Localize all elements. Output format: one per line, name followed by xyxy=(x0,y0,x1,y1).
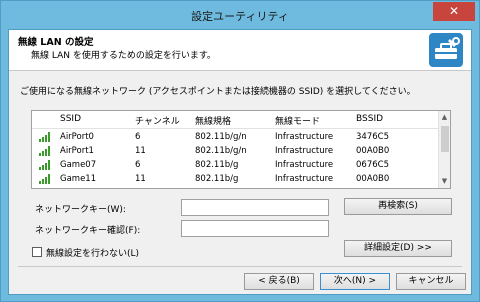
network-key-input[interactable] xyxy=(181,199,329,216)
signal-strength-icon xyxy=(39,132,50,142)
ssid-cell: AirPort0 xyxy=(60,132,94,142)
back-button[interactable]: < 戻る(B) xyxy=(244,273,314,290)
mode-cell: Infrastructure xyxy=(275,174,334,184)
dialog-client-area: 無線 LAN の設定 無線 LAN を使用するための設定を行います。 ご使用にな… xyxy=(8,29,472,295)
standard-cell: 802.11b/g xyxy=(195,160,239,170)
network-row[interactable]: Game07 6 802.11b/g Infrastructure 0676C5 xyxy=(32,159,440,172)
scroll-up-arrow-icon[interactable]: ▲ xyxy=(439,111,450,123)
mode-cell: Infrastructure xyxy=(275,160,334,170)
wizard-header: 無線 LAN の設定 無線 LAN を使用するための設定を行います。 xyxy=(9,30,471,71)
network-list-scrollbar[interactable]: ▲ ▼ xyxy=(438,111,450,188)
cancel-button[interactable]: キャンセル xyxy=(396,273,466,290)
bssid-cell: 00A0B0 xyxy=(356,146,390,156)
footer-divider xyxy=(18,266,462,267)
page-title: 無線 LAN の設定 xyxy=(18,37,94,48)
no-wireless-checkbox-label[interactable]: 無線設定を行わない(L) xyxy=(46,246,139,259)
network-key-label: ネットワークキー(W): xyxy=(35,205,126,215)
advanced-settings-button[interactable]: 詳細設定(D) >> xyxy=(344,240,452,257)
network-row[interactable]: AirPort0 6 802.11b/g/n Infrastructure 34… xyxy=(32,131,440,144)
standard-cell: 802.11b/g/n xyxy=(195,146,247,156)
ssid-cell: Game11 xyxy=(60,174,97,184)
title-bar[interactable]: 設定ユーティリティ ✕ xyxy=(1,1,479,29)
column-ssid[interactable]: SSID xyxy=(60,114,81,124)
no-wireless-checkbox[interactable] xyxy=(32,247,42,257)
ssid-cell: Game07 xyxy=(60,160,97,170)
column-mode[interactable]: 無線モード xyxy=(275,114,320,127)
network-list-header: SSID チャンネル 無線規格 無線モード BSSID xyxy=(32,111,440,129)
signal-strength-icon xyxy=(39,174,50,184)
mode-cell: Infrastructure xyxy=(275,146,334,156)
standard-cell: 802.11b/g xyxy=(195,174,239,184)
instruction-text: ご使用になる無線ネットワーク (アクセスポイントまたは接続機器の SSID) を… xyxy=(20,87,416,97)
channel-cell: 11 xyxy=(135,174,146,184)
bssid-cell: 3476C5 xyxy=(356,132,389,142)
app-window: 設定ユーティリティ ✕ 無線 LAN の設定 無線 LAN を使用するための設定… xyxy=(0,0,480,302)
column-standard[interactable]: 無線規格 xyxy=(195,114,231,127)
channel-cell: 11 xyxy=(135,146,146,156)
channel-cell: 6 xyxy=(135,132,141,142)
scrollbar-thumb[interactable] xyxy=(441,126,449,152)
column-channel[interactable]: チャンネル xyxy=(135,114,180,127)
toolbox-icon xyxy=(429,33,463,67)
column-bssid[interactable]: BSSID xyxy=(356,114,383,124)
page-subtitle: 無線 LAN を使用するための設定を行います。 xyxy=(31,51,216,61)
window-title: 設定ユーティリティ xyxy=(191,10,289,23)
close-button[interactable]: ✕ xyxy=(433,2,475,21)
channel-cell: 6 xyxy=(135,160,141,170)
standard-cell: 802.11b/g/n xyxy=(195,132,247,142)
network-row[interactable]: Game11 11 802.11b/g Infrastructure 00A0B… xyxy=(32,173,440,186)
network-list[interactable]: SSID チャンネル 無線規格 無線モード BSSID AirPort0 6 8… xyxy=(31,110,451,189)
next-button[interactable]: 次へ(N) > xyxy=(320,273,390,290)
bssid-cell: 0676C5 xyxy=(356,160,389,170)
rescan-button[interactable]: 再検索(S) xyxy=(344,198,452,215)
mode-cell: Infrastructure xyxy=(275,132,334,142)
signal-strength-icon xyxy=(39,146,50,156)
bssid-cell: 00A0B0 xyxy=(356,174,390,184)
signal-strength-icon xyxy=(39,160,50,170)
network-key-confirm-input[interactable] xyxy=(181,220,329,237)
ssid-cell: AirPort1 xyxy=(60,146,94,156)
network-row[interactable]: AirPort1 11 802.11b/g/n Infrastructure 0… xyxy=(32,145,440,158)
scroll-down-arrow-icon[interactable]: ▼ xyxy=(439,175,450,187)
network-key-confirm-label: ネットワークキー確認(F): xyxy=(35,226,141,236)
